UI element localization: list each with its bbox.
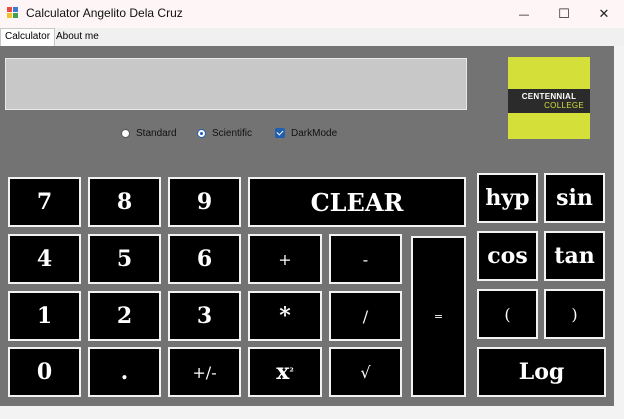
key-6[interactable]: 6 [168, 234, 241, 284]
square-exponent-label: ² [289, 366, 294, 378]
key-2[interactable]: 2 [88, 291, 161, 341]
window-bottom-border [0, 406, 624, 419]
clear-button[interactable]: CLEAR [248, 177, 466, 227]
tab-calculator[interactable]: Calculator [0, 28, 56, 46]
radio-icon [121, 128, 130, 138]
tan-button[interactable]: tan [544, 231, 605, 281]
close-paren-button[interactable]: ) [544, 289, 605, 339]
cos-button[interactable]: cos [477, 231, 538, 281]
logo-text-college: COLLEGE [544, 101, 584, 110]
square-base-label: x [276, 359, 290, 385]
key-7[interactable]: 7 [8, 177, 81, 227]
close-button[interactable]: ✕ [584, 0, 624, 28]
sin-button[interactable]: sin [544, 173, 605, 223]
key-0[interactable]: 0 [8, 347, 81, 397]
logo-band: CENTENNIAL COLLEGE [508, 89, 590, 113]
tab-about-me[interactable]: About me [52, 29, 103, 45]
logo-text-centennial: CENTENNIAL [521, 92, 577, 101]
close-icon: ✕ [598, 6, 610, 22]
window-title: Calculator Angelito Dela Cruz [26, 6, 183, 20]
centennial-college-logo: CENTENNIAL COLLEGE [508, 57, 590, 139]
standard-label: Standard [136, 127, 177, 139]
decimal-button[interactable]: . [88, 347, 161, 397]
tab-bar: Calculator About me [0, 28, 624, 46]
radio-selected-icon [197, 128, 206, 138]
darkmode-label: DarkMode [291, 127, 338, 139]
maximize-button[interactable]: ☐ [544, 0, 584, 28]
sqrt-button[interactable]: √ [329, 347, 402, 397]
calculator-panel: CENTENNIAL COLLEGE Standard Scientific D… [0, 46, 614, 406]
key-1[interactable]: 1 [8, 291, 81, 341]
key-8[interactable]: 8 [88, 177, 161, 227]
log-button[interactable]: Log [477, 347, 606, 397]
display-field[interactable] [5, 58, 467, 110]
sign-toggle-button[interactable]: +/- [168, 347, 241, 397]
key-9[interactable]: 9 [168, 177, 241, 227]
square-button[interactable]: x² [248, 347, 322, 397]
checkbox-checked-icon [275, 128, 285, 138]
key-4[interactable]: 4 [8, 234, 81, 284]
plus-button[interactable]: + [248, 234, 322, 284]
minimize-icon: — [518, 7, 530, 21]
minus-button[interactable]: - [329, 234, 402, 284]
scientific-radio[interactable]: Scientific [197, 126, 252, 140]
divide-button[interactable]: / [329, 291, 402, 341]
key-5[interactable]: 5 [88, 234, 161, 284]
equals-button[interactable]: = [411, 236, 466, 397]
title-bar: Calculator Angelito Dela Cruz — ☐ ✕ [0, 0, 624, 28]
minimize-button[interactable]: — [504, 0, 544, 28]
open-paren-button[interactable]: ( [477, 289, 538, 339]
standard-radio[interactable]: Standard [121, 126, 177, 140]
key-3[interactable]: 3 [168, 291, 241, 341]
scientific-label: Scientific [212, 127, 253, 139]
multiply-button[interactable]: * [248, 291, 322, 341]
app-icon [7, 7, 18, 18]
darkmode-checkbox[interactable]: DarkMode [275, 126, 337, 140]
maximize-icon: ☐ [558, 6, 570, 22]
hyp-button[interactable]: hyp [477, 173, 538, 223]
